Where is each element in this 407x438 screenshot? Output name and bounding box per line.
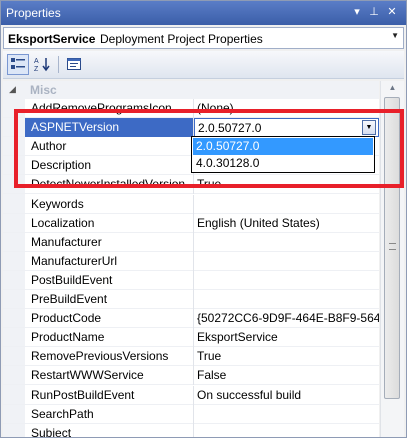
title-bar: Properties ▾ ⊥ ✕ [1, 1, 406, 25]
property-row[interactable]: RunPostBuildEvent On successful build [3, 385, 379, 405]
property-value[interactable]: On successful build [197, 388, 379, 402]
grip-icon [389, 243, 396, 250]
property-name[interactable]: PostBuildEvent [31, 273, 193, 287]
column-separator[interactable] [193, 366, 194, 386]
property-value[interactable]: English (United States) [197, 216, 379, 230]
property-name[interactable]: RunPostBuildEvent [31, 388, 193, 402]
property-row[interactable]: PostBuildEvent [3, 270, 379, 290]
property-pages-icon [67, 58, 81, 70]
toolbar-separator [58, 56, 59, 73]
column-separator[interactable] [193, 347, 194, 367]
column-separator[interactable] [193, 328, 194, 348]
property-row[interactable]: SearchPath [3, 404, 379, 424]
property-row[interactable]: Localization English (United States) [3, 213, 379, 233]
annotation-highlight-box [14, 109, 404, 188]
property-row[interactable]: Subject [3, 423, 379, 437]
close-icon[interactable]: ✕ [385, 5, 399, 19]
property-value[interactable]: EksportService [197, 330, 379, 344]
column-separator[interactable] [193, 251, 194, 271]
property-name[interactable]: Manufacturer [31, 235, 193, 249]
property-row[interactable]: ProductName EksportService [3, 328, 379, 348]
property-name[interactable]: ManufacturerUrl [31, 254, 193, 268]
toolbar: A Z [3, 51, 404, 79]
property-name[interactable]: Keywords [31, 197, 193, 211]
chevron-down-icon[interactable]: ▼ [391, 31, 399, 40]
object-name: EksportService [8, 32, 96, 46]
properties-window: Properties ▾ ⊥ ✕ EksportService Deployme… [0, 0, 407, 438]
property-value[interactable]: False [197, 368, 379, 382]
column-separator[interactable] [193, 404, 194, 424]
property-row[interactable]: Manufacturer [3, 232, 379, 252]
property-name[interactable]: ProductName [31, 330, 193, 344]
property-row[interactable]: PreBuildEvent [3, 290, 379, 309]
property-pages-button[interactable] [63, 54, 85, 75]
object-selector[interactable]: EksportService Deployment Project Proper… [3, 27, 404, 49]
property-value[interactable]: {50272CC6-9D9F-464E-B8F9-56481 [197, 311, 379, 325]
property-name[interactable]: Localization [31, 216, 193, 230]
svg-text:Z: Z [34, 66, 39, 72]
scroll-up-icon[interactable]: ▲ [381, 81, 404, 95]
svg-text:A: A [34, 58, 39, 65]
column-separator[interactable] [193, 385, 194, 405]
column-separator[interactable] [193, 232, 194, 252]
property-row[interactable]: Keywords [3, 194, 379, 214]
column-separator[interactable] [193, 194, 194, 214]
property-name[interactable]: PreBuildEvent [31, 292, 193, 306]
pin-icon[interactable]: ⊥ [367, 5, 381, 19]
property-row[interactable]: ProductCode {50272CC6-9D9F-464E-B8F9-5648… [3, 309, 379, 329]
alphabetical-icon: A Z [34, 58, 50, 73]
property-name[interactable]: RemovePreviousVersions [31, 349, 193, 363]
collapse-icon[interactable]: ◢ [9, 84, 16, 95]
column-separator[interactable] [193, 290, 194, 309]
property-value[interactable]: True [197, 349, 379, 363]
column-separator[interactable] [193, 309, 194, 329]
property-row[interactable]: RemovePreviousVersions True [3, 347, 379, 367]
property-row[interactable]: RestartWWWService False [3, 366, 379, 386]
property-name[interactable]: RestartWWWService [31, 368, 193, 382]
column-separator[interactable] [193, 423, 194, 437]
column-separator[interactable] [193, 270, 194, 290]
object-type: Deployment Project Properties [100, 32, 263, 46]
categorized-button[interactable] [7, 54, 29, 75]
dropdown-arrow-icon[interactable]: ▾ [350, 5, 364, 19]
alphabetical-button[interactable]: A Z [31, 54, 53, 75]
category-misc[interactable]: ◢ Misc [3, 81, 379, 99]
column-separator[interactable] [193, 213, 194, 233]
property-name[interactable]: Subject [31, 426, 193, 437]
property-name[interactable]: ProductCode [31, 311, 193, 325]
property-row[interactable]: ManufacturerUrl [3, 251, 379, 271]
category-label: Misc [30, 83, 57, 97]
window-title: Properties [6, 6, 61, 20]
property-name[interactable]: SearchPath [31, 407, 193, 421]
categorized-icon [11, 58, 25, 69]
